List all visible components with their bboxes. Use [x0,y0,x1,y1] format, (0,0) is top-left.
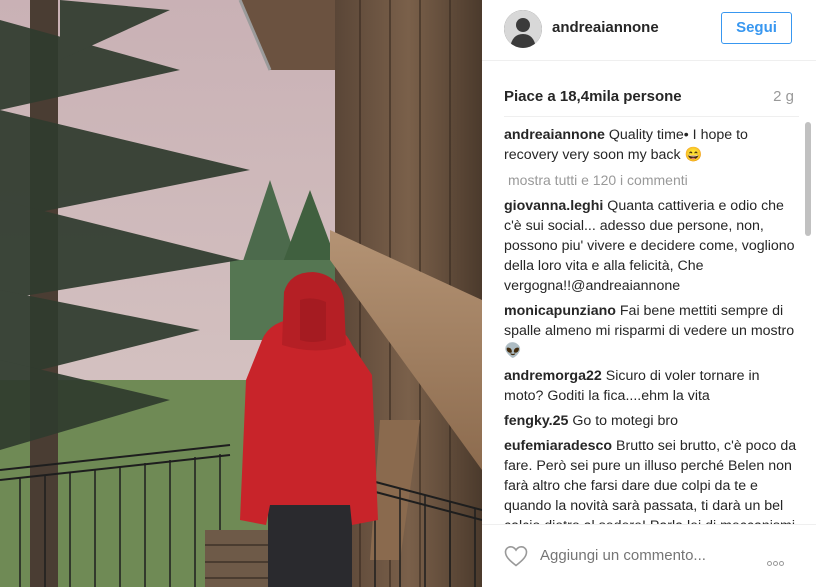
scrollbar-thumb[interactable] [805,122,811,236]
comment-text: Go to motegi bro [572,413,679,429]
comment-item: eufemiaradesco Brutto sei brutto, c'è po… [504,436,799,525]
likes-row: Piace a 18,4mila persone 2 g [504,88,794,110]
comment-item: giovanna.leghi Quanta cattiveria e odio … [504,196,799,296]
instagram-post-view: andreaiannone Segui Piace a 18,4mila per… [0,0,816,587]
comment-username[interactable]: giovanna.leghi [504,198,603,214]
comment-username[interactable]: fengky.25 [504,413,568,429]
comment-item: monicapunziano Fai bene mettiti sempre d… [504,301,799,361]
comment-username[interactable]: monicapunziano [504,303,616,319]
comments-scrollbar[interactable] [803,122,812,522]
photo-illustration [0,0,482,587]
follow-button[interactable]: Segui [721,12,792,44]
avatar[interactable] [504,10,542,48]
comment-item: fengky.25 Go to motegi bro [504,411,799,431]
comment-item: andremorga22 Sicuro di voler tornare in … [504,366,799,406]
avatar-image [504,10,542,48]
dot [773,561,778,566]
more-options-icon[interactable] [767,553,793,566]
post-header: andreaiannone Segui [482,0,816,61]
dot [767,561,772,566]
comments-list[interactable]: andreaiannone Quality time• I hope to re… [504,116,799,525]
heart-icon[interactable] [504,545,528,567]
likes-count[interactable]: Piace a 18,4mila persone [504,88,682,105]
post-author-username[interactable]: andreaiannone [552,19,659,36]
show-all-comments-link[interactable]: mostra tutti e 120 i commenti [508,170,799,190]
add-comment-input[interactable] [540,547,730,564]
post-timestamp[interactable]: 2 g [773,88,794,105]
caption-username[interactable]: andreaiannone [504,127,605,143]
comment-footer [482,524,816,588]
comment-username[interactable]: andremorga22 [504,368,602,384]
dot [779,561,784,566]
caption: andreaiannone Quality time• I hope to re… [504,125,799,165]
post-sidebar: andreaiannone Segui Piace a 18,4mila per… [482,0,816,587]
post-photo[interactable] [0,0,482,587]
comment-username[interactable]: eufemiaradesco [504,438,612,454]
